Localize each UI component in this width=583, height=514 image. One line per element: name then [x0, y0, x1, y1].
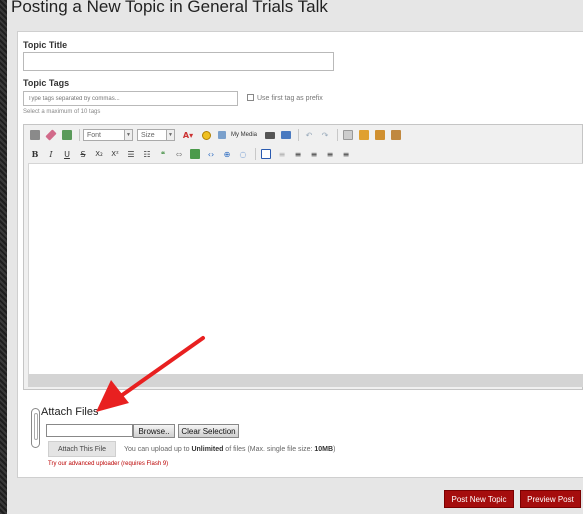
attach-this-file-button[interactable]: Attach This File [48, 441, 116, 457]
quote-icon[interactable]: ❝ [156, 147, 170, 161]
editor-text-area[interactable] [28, 163, 583, 375]
editor-toolbar-row-1: Font ▼ Size ▼ A▾ My Media ↶ ↷ [24, 126, 582, 144]
strikethrough-button[interactable]: S [76, 147, 90, 161]
paste-special-icon[interactable] [389, 128, 403, 142]
browse-button[interactable]: Browse.. [133, 424, 175, 438]
paste-word-icon[interactable] [60, 128, 74, 142]
upload-info-suffix: ) [333, 446, 336, 453]
redo-icon[interactable]: ↷ [318, 128, 332, 142]
upload-info-unlimited: Unlimited [191, 446, 224, 453]
toolbar-separator [298, 129, 300, 141]
subscript-button[interactable]: X₂ [92, 147, 106, 161]
topic-tags-label: Topic Tags [23, 78, 70, 88]
chevron-down-icon: ▼ [124, 130, 132, 140]
binoculars-icon[interactable] [263, 128, 277, 142]
font-select[interactable]: Font ▼ [83, 129, 133, 141]
link-icon[interactable]: ⊕ [220, 147, 234, 161]
bullet-list-icon[interactable]: ☷ [140, 147, 154, 161]
topic-title-input[interactable] [23, 52, 334, 71]
comment-icon[interactable]: ◌ [236, 147, 250, 161]
editor-toolbar-row-2: B I U S X₂ X² ☰ ☷ ❝ ⇔ ‹› ⊕ ◌ ≡ ≡ ≡ ≡ ≡ [24, 145, 582, 163]
rich-text-editor: Font ▼ Size ▼ A▾ My Media ↶ ↷ B I U S X₂… [23, 124, 583, 390]
source-icon[interactable] [28, 128, 42, 142]
upload-info-prefix: You can upload up to [124, 446, 192, 453]
insert-icon[interactable] [259, 147, 273, 161]
copy-icon[interactable] [341, 128, 355, 142]
preview-post-button[interactable]: Preview Post [520, 490, 581, 508]
use-first-tag-checkbox[interactable] [247, 94, 254, 101]
editor-status-bar [28, 374, 583, 387]
numbered-list-icon[interactable]: ☰ [124, 147, 138, 161]
text-color-icon[interactable]: A▾ [179, 128, 197, 142]
my-media-button[interactable]: My Media [231, 132, 257, 138]
use-first-tag-label: Use first tag as prefix [257, 95, 323, 102]
eraser-icon[interactable] [44, 128, 58, 142]
replace-icon[interactable] [279, 128, 293, 142]
size-select[interactable]: Size ▼ [137, 129, 175, 141]
align-right-icon[interactable]: ≡ [323, 147, 337, 161]
upload-info-middle: of files (Max. single file size: [223, 446, 315, 453]
page: Posting a New Topic in General Trials Ta… [7, 0, 583, 514]
smiley-icon[interactable] [199, 128, 213, 142]
clear-selection-button[interactable]: Clear Selection [178, 424, 239, 438]
toolbar-separator [79, 129, 80, 141]
topic-tags-input[interactable] [23, 91, 238, 106]
image-icon[interactable] [188, 147, 202, 161]
align-left-icon[interactable]: ≡ [291, 147, 305, 161]
outdent-icon[interactable]: ≡ [275, 147, 289, 161]
font-select-label: Font [87, 131, 102, 139]
my-media-icon[interactable] [215, 128, 229, 142]
file-path-input[interactable] [46, 424, 133, 437]
left-border [0, 0, 7, 514]
unlink-icon[interactable]: ⇔ [172, 147, 186, 161]
toolbar-separator [255, 148, 256, 160]
paperclip-inner-icon [34, 413, 38, 440]
page-title: Posting a New Topic in General Trials Ta… [11, 0, 328, 16]
upload-info-text: You can upload up to Unlimited of files … [124, 446, 335, 453]
underline-button[interactable]: U [60, 147, 74, 161]
italic-button[interactable]: I [44, 147, 58, 161]
chevron-down-icon: ▼ [166, 130, 174, 140]
align-justify-icon[interactable]: ≡ [339, 147, 353, 161]
paste-text-icon[interactable] [373, 128, 387, 142]
toolbar-separator [337, 129, 339, 141]
post-new-topic-button[interactable]: Post New Topic [444, 490, 514, 508]
attach-files-title: Attach Files [41, 406, 99, 418]
align-center-icon[interactable]: ≡ [307, 147, 321, 161]
size-select-label: Size [141, 131, 155, 139]
topic-title-label: Topic Title [23, 40, 68, 50]
advanced-uploader-link[interactable]: Try our advanced uploader (requires Flas… [48, 461, 168, 467]
paste-icon[interactable] [357, 128, 371, 142]
superscript-button[interactable]: X² [108, 147, 122, 161]
tags-hint: Select a maximum of 10 tags [23, 109, 101, 115]
undo-icon[interactable]: ↶ [302, 128, 316, 142]
bold-button[interactable]: B [28, 147, 42, 161]
code-icon[interactable]: ‹› [204, 147, 218, 161]
upload-info-size: 10MB [314, 446, 334, 453]
